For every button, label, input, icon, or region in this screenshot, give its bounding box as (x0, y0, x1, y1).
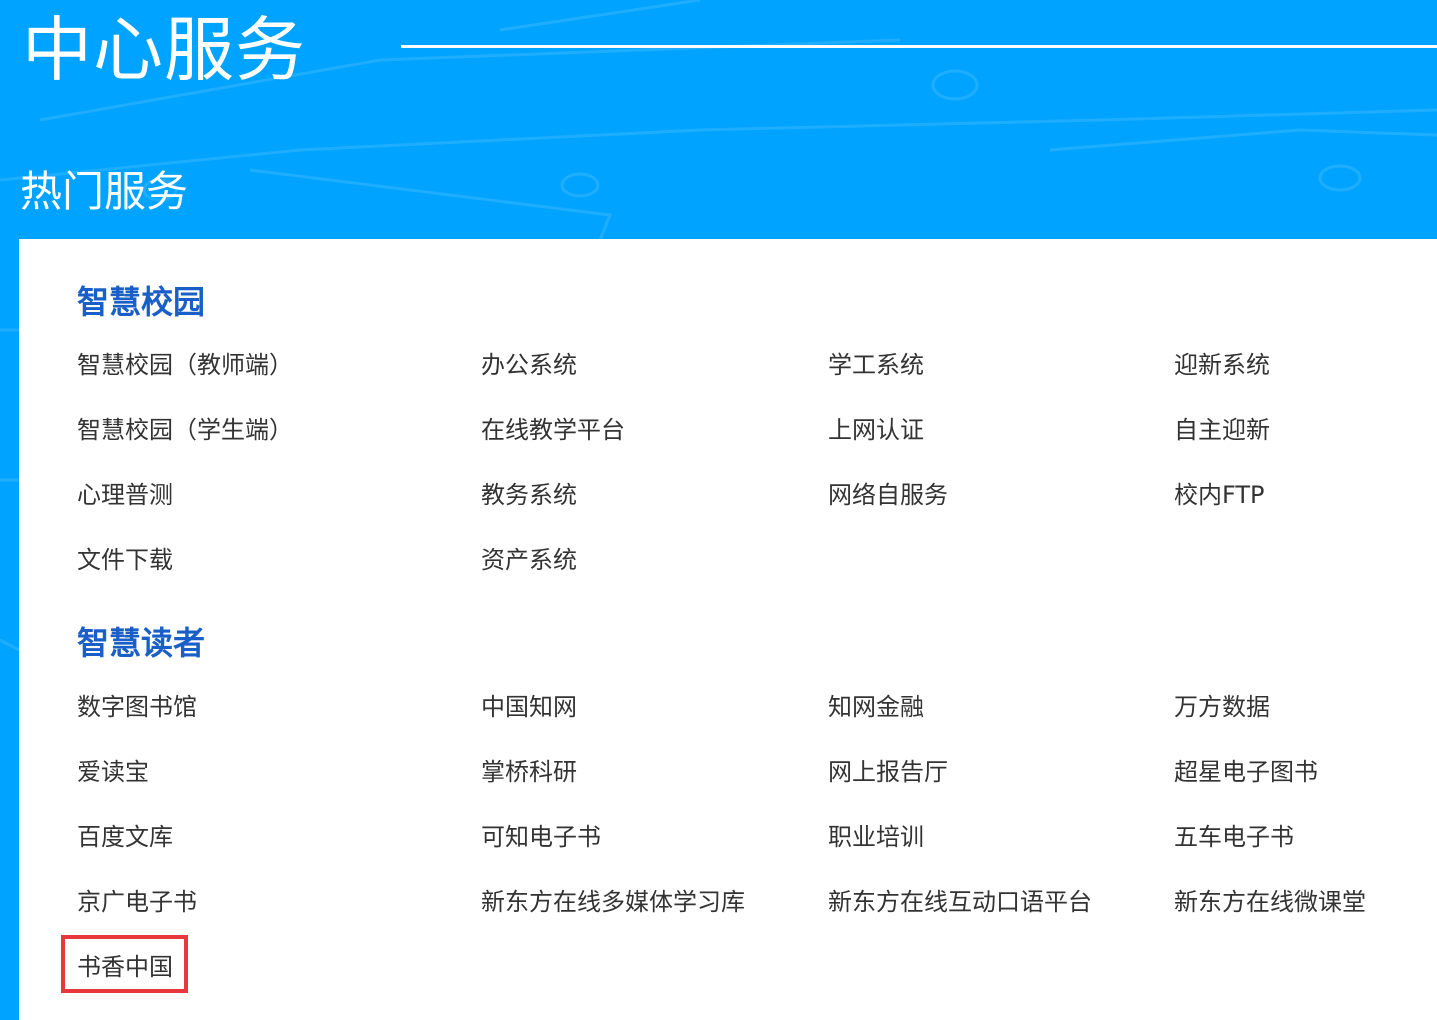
section-title-smart-reader: 智慧读者 (77, 624, 206, 662)
header-divider (401, 45, 1437, 48)
link-digital-library[interactable]: 数字图书馆 (77, 690, 197, 724)
link-student-affairs-system[interactable]: 学工系统 (828, 348, 924, 382)
link-file-download[interactable]: 文件下载 (77, 543, 173, 577)
link-campus-ftp[interactable]: 校内FTP (1174, 478, 1265, 512)
link-network-self-service[interactable]: 网络自服务 (828, 478, 948, 512)
link-online-lecture-hall[interactable]: 网上报告厅 (828, 755, 948, 789)
link-freshman-system[interactable]: 迎新系统 (1174, 348, 1270, 382)
link-baidu-wenku[interactable]: 百度文库 (77, 820, 173, 854)
link-self-registration[interactable]: 自主迎新 (1174, 413, 1270, 447)
services-panel: 智慧校园 智慧校园（教师端） 办公系统 学工系统 迎新系统 智慧校园（学生端） … (19, 239, 1437, 1020)
link-cnki-finance[interactable]: 知网金融 (828, 690, 924, 724)
link-wuche-ebooks[interactable]: 五车电子书 (1174, 820, 1294, 854)
link-xdf-micro-class[interactable]: 新东方在线微课堂 (1174, 885, 1366, 919)
link-jingguang-ebooks[interactable]: 京广电子书 (77, 885, 197, 919)
link-academic-affairs-system[interactable]: 教务系统 (481, 478, 577, 512)
link-career-training[interactable]: 职业培训 (828, 820, 924, 854)
link-network-authentication[interactable]: 上网认证 (828, 413, 924, 447)
link-office-system[interactable]: 办公系统 (481, 348, 577, 382)
highlight-box (61, 935, 188, 993)
link-online-teaching-platform[interactable]: 在线教学平台 (481, 413, 625, 447)
link-wanfang-data[interactable]: 万方数据 (1174, 690, 1270, 724)
link-asset-system[interactable]: 资产系统 (481, 543, 577, 577)
link-cnki[interactable]: 中国知网 (481, 690, 577, 724)
section-heading-hot-services: 热门服务 (20, 167, 189, 216)
page-title: 中心服务 (22, 9, 306, 91)
link-aidubao[interactable]: 爱读宝 (77, 755, 149, 789)
link-psychological-test[interactable]: 心理普测 (77, 478, 173, 512)
link-xdf-multimedia-library[interactable]: 新东方在线多媒体学习库 (481, 885, 745, 919)
link-smart-campus-teacher[interactable]: 智慧校园（教师端） (77, 348, 293, 382)
link-chaoxing-ebooks[interactable]: 超星电子图书 (1174, 755, 1318, 789)
link-smart-campus-student[interactable]: 智慧校园（学生端） (77, 413, 293, 447)
section-title-smart-campus: 智慧校园 (77, 283, 206, 321)
link-xdf-oral-platform[interactable]: 新东方在线互动口语平台 (828, 885, 1092, 919)
link-kezhi-ebooks[interactable]: 可知电子书 (481, 820, 601, 854)
link-zhangqiao-research[interactable]: 掌桥科研 (481, 755, 577, 789)
